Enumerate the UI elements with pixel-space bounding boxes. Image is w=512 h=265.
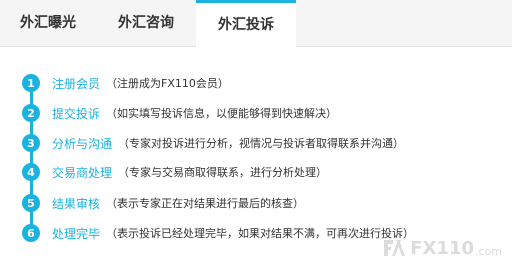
step-title-link[interactable]: 分析与沟通 [52,135,112,152]
tab-bar: 外汇曝光 外汇咨询 外汇投诉 [0,0,512,48]
step-number-badge: 3 [22,134,40,152]
tab-forex-exposure[interactable]: 外汇曝光 [0,0,96,47]
step-description: （如实填写投诉信息，以便能够得到快速解决） [106,107,338,120]
tab-forex-consultation[interactable]: 外汇咨询 [96,0,196,47]
step-submit-complaint: 2 提交投诉 （如实填写投诉信息，以便能够得到快速解决） [22,103,337,123]
step-description: （专家对投诉进行分析，视情况与投诉者取得联系并沟通） [118,137,405,150]
step-description: （专家与交易商取得联系，进行分析处理） [118,166,328,179]
step-description: （注册成为FX110会员） [106,77,229,90]
step-title-link[interactable]: 交易商处理 [52,164,112,181]
step-title-link[interactable]: 结果审核 [52,195,100,212]
step-number-badge: 6 [22,224,40,242]
step-result-review: 5 结果审核 （表示专家正在对结果进行最后的核查） [22,193,304,213]
step-number-badge: 2 [22,104,40,122]
step-number-badge: 1 [22,74,40,92]
fx110-logo-icon [382,237,408,259]
fx110-watermark: FX110 .com [382,237,502,259]
step-broker-handling: 4 交易商处理 （专家与交易商取得联系，进行分析处理） [22,162,327,182]
tab-forex-complaint[interactable]: 外汇投诉 [196,0,296,48]
step-description: （表示专家正在对结果进行最后的核查） [106,197,305,210]
step-register: 1 注册会员 （注册成为FX110会员） [22,73,229,93]
watermark-suffix: .com [475,244,502,258]
watermark-text: FX110 [410,237,474,259]
step-number-badge: 5 [22,194,40,212]
step-title-link[interactable]: 处理完毕 [52,225,100,242]
step-title-link[interactable]: 提交投诉 [52,105,100,122]
step-description: （表示投诉已经处理完毕，如果对结果不满，可再次进行投诉） [106,227,415,240]
step-number-badge: 4 [22,163,40,181]
step-analysis: 3 分析与沟通 （专家对投诉进行分析，视情况与投诉者取得联系并沟通） [22,133,404,153]
complaint-process-steps: 1 注册会员 （注册成为FX110会员） 2 提交投诉 （如实填写投诉信息，以便… [0,47,512,265]
step-completed: 6 处理完毕 （表示投诉已经处理完毕，如果对结果不满，可再次进行投诉） [22,223,414,243]
step-title-link[interactable]: 注册会员 [52,75,100,92]
